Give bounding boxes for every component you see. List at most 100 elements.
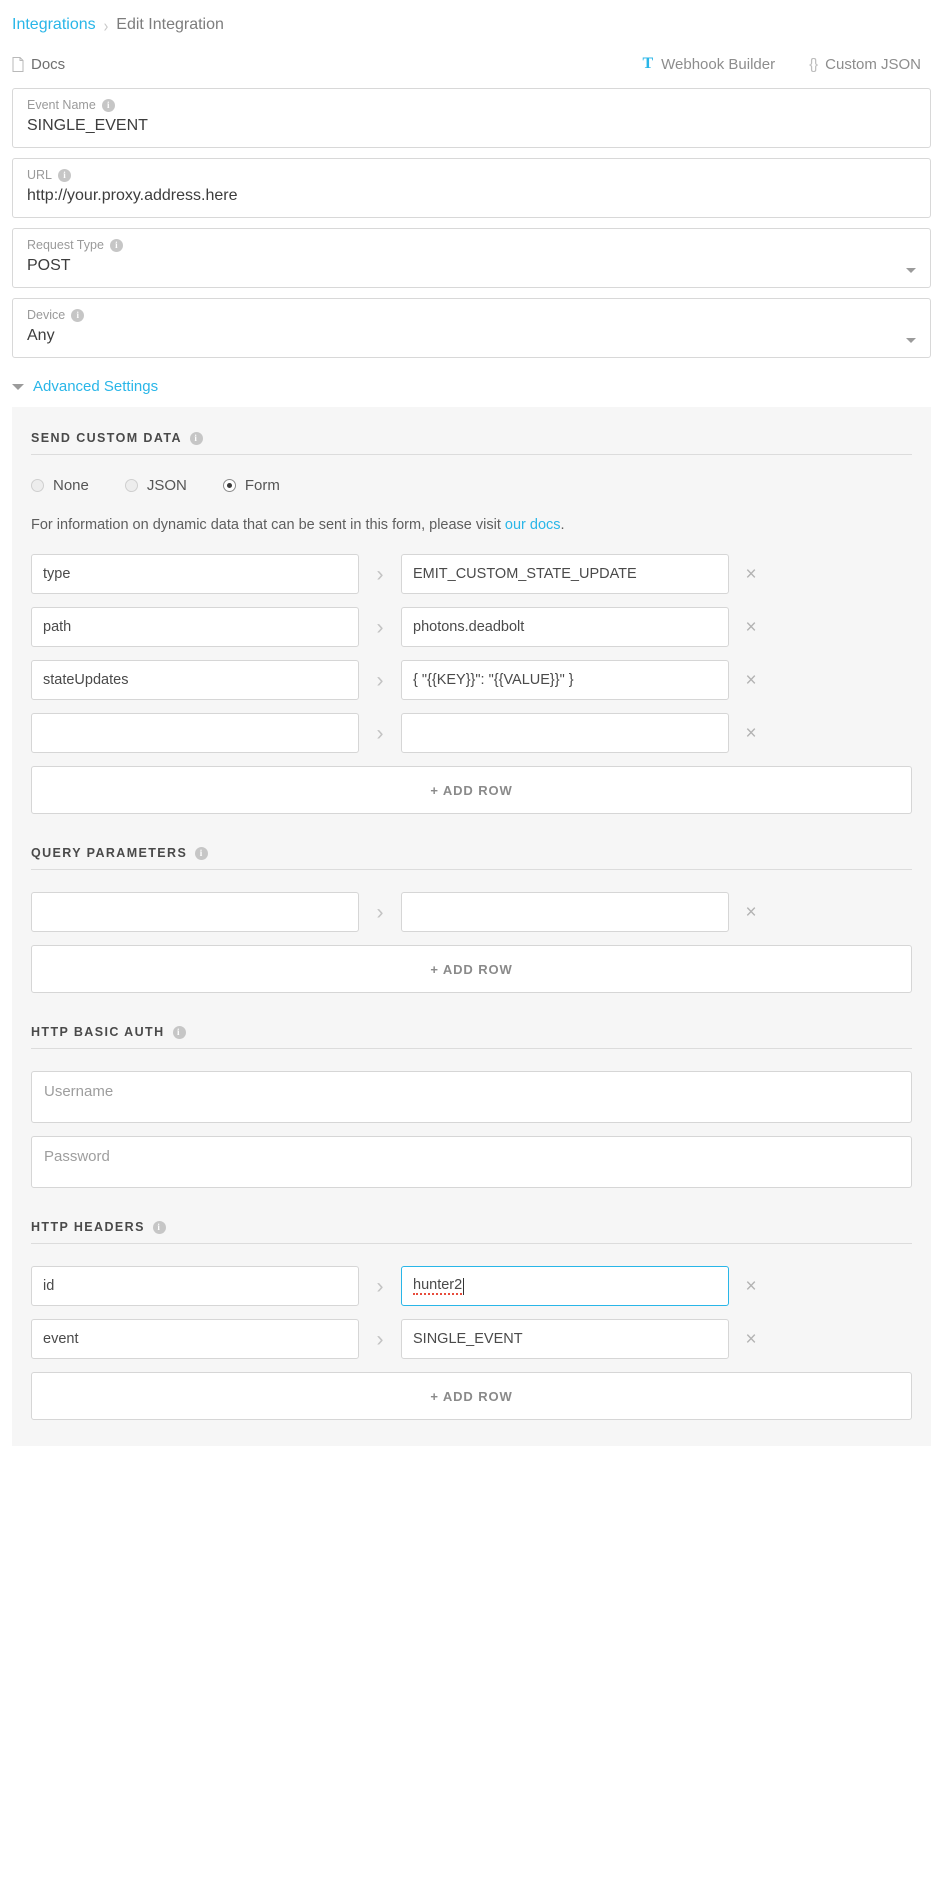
remove-row-icon[interactable]: × — [729, 1277, 773, 1296]
username-field[interactable]: Username — [31, 1071, 912, 1123]
integration-form: Event Name i SINGLE_EVENT URL i http://y… — [0, 82, 943, 358]
section-header-http-basic-auth: HTTP BASIC AUTH i — [31, 1025, 912, 1049]
breadcrumb: Integrations › Edit Integration — [0, 0, 943, 36]
field-device[interactable]: Device i Any — [12, 298, 931, 358]
section-title: HTTP BASIC AUTH — [31, 1025, 165, 1039]
tab-custom-json-label: Custom JSON — [825, 55, 921, 73]
info-icon[interactable]: i — [172, 1025, 186, 1039]
request-type-select-value[interactable]: POST — [27, 256, 916, 276]
braces-icon: {} — [809, 55, 818, 73]
url-input[interactable]: http://your.proxy.address.here — [27, 186, 916, 206]
section-header-query-parameters: QUERY PARAMETERS i — [31, 846, 912, 870]
custom-data-row: type › EMIT_CUSTOM_STATE_UPDATE × — [31, 554, 912, 594]
info-icon[interactable]: i — [58, 168, 72, 182]
radio-none-label: None — [53, 477, 89, 494]
info-icon[interactable]: i — [71, 308, 85, 322]
info-icon[interactable]: i — [195, 846, 209, 860]
custom-data-key-input[interactable]: path — [31, 607, 359, 647]
info-icon[interactable]: i — [152, 1220, 166, 1234]
text-cursor — [463, 1277, 465, 1295]
chevron-right-icon: › — [376, 1327, 384, 1351]
field-url-label: URL i — [27, 168, 916, 182]
remove-row-icon[interactable]: × — [729, 1330, 773, 1349]
http-header-value-input[interactable]: hunter2 — [401, 1266, 729, 1306]
custom-data-value-input[interactable]: { "{{KEY}}": "{{VALUE}}" } — [401, 660, 729, 700]
remove-row-icon[interactable]: × — [729, 671, 773, 690]
section-header-send-custom-data: SEND CUSTOM DATA i — [31, 431, 912, 455]
radio-json-label: JSON — [146, 477, 187, 494]
chevron-right-icon: › — [376, 562, 384, 586]
info-icon[interactable]: i — [109, 238, 123, 252]
http-header-value-input[interactable]: SINGLE_EVENT — [401, 1319, 729, 1359]
field-event-name-label: Event Name i — [27, 98, 916, 112]
password-field[interactable]: Password — [31, 1136, 912, 1188]
custom-data-row: › × — [31, 713, 912, 753]
custom-data-value-input[interactable]: photons.deadbolt — [401, 607, 729, 647]
device-select-value[interactable]: Any — [27, 326, 916, 346]
http-header-value-text: hunter2 — [413, 1277, 463, 1295]
custom-data-key-input[interactable] — [31, 713, 359, 753]
help-text-prefix: For information on dynamic data that can… — [31, 517, 505, 533]
dynamic-data-help-text: For information on dynamic data that can… — [31, 516, 912, 534]
section-title: QUERY PARAMETERS — [31, 846, 188, 860]
event-name-input[interactable]: SINGLE_EVENT — [27, 116, 916, 136]
add-row-button-http-headers[interactable]: + ADD ROW — [31, 1372, 912, 1420]
add-row-button-custom-data[interactable]: + ADD ROW — [31, 766, 912, 814]
hammer-icon: T — [642, 55, 654, 72]
docs-label: Docs — [31, 55, 66, 73]
breadcrumb-link-integrations[interactable]: Integrations — [12, 16, 96, 34]
view-mode-tabs: T Webhook Builder {} Custom JSON — [642, 56, 921, 73]
custom-data-row: path › photons.deadbolt × — [31, 607, 912, 647]
custom-data-key-input[interactable]: stateUpdates — [31, 660, 359, 700]
document-icon — [12, 56, 24, 72]
breadcrumb-current-page: Edit Integration — [116, 16, 224, 33]
remove-row-icon[interactable]: × — [729, 565, 773, 584]
remove-row-icon[interactable]: × — [729, 618, 773, 637]
radio-form-label: Form — [244, 477, 280, 494]
tab-custom-json[interactable]: {} Custom JSON — [809, 56, 921, 73]
custom-data-key-input[interactable]: type — [31, 554, 359, 594]
chevron-right-icon: › — [376, 1274, 384, 1298]
chevron-right-icon: › — [376, 668, 384, 692]
chevron-down-icon[interactable] — [906, 338, 916, 343]
chevron-right-icon: › — [376, 900, 384, 924]
chevron-right-icon: › — [376, 721, 384, 745]
our-docs-link[interactable]: our docs — [505, 517, 561, 533]
custom-data-value-input[interactable] — [401, 713, 729, 753]
field-url[interactable]: URL i http://your.proxy.address.here — [12, 158, 931, 218]
radio-option-json[interactable]: JSON — [124, 477, 187, 494]
section-title: SEND CUSTOM DATA — [31, 431, 182, 445]
docs-button[interactable]: Docs — [12, 56, 65, 73]
http-header-row: event › SINGLE_EVENT × — [31, 1319, 912, 1359]
radio-option-none[interactable]: None — [31, 477, 89, 494]
advanced-settings-label: Advanced Settings — [33, 378, 159, 395]
custom-data-value-input[interactable]: EMIT_CUSTOM_STATE_UPDATE — [401, 554, 729, 594]
advanced-settings-toggle[interactable]: Advanced Settings — [0, 368, 943, 407]
breadcrumb-separator-icon: › — [103, 15, 109, 35]
advanced-settings-panel: SEND CUSTOM DATA i None JSON Form For in… — [12, 407, 931, 1446]
radio-form-input[interactable] — [222, 479, 236, 492]
query-parameter-value-input[interactable] — [401, 892, 729, 932]
toolbar: Docs T Webhook Builder {} Custom JSON — [0, 46, 943, 82]
http-header-row: id › hunter2 × — [31, 1266, 912, 1306]
add-row-button-query-parameters[interactable]: + ADD ROW — [31, 945, 912, 993]
radio-json-input[interactable] — [124, 479, 138, 492]
section-title: HTTP HEADERS — [31, 1220, 145, 1234]
field-request-type-label: Request Type i — [27, 238, 916, 252]
field-request-type[interactable]: Request Type i POST — [12, 228, 931, 288]
field-device-label: Device i — [27, 308, 916, 322]
radio-option-form[interactable]: Form — [222, 477, 280, 494]
info-icon[interactable]: i — [101, 98, 115, 112]
remove-row-icon[interactable]: × — [729, 724, 773, 743]
tab-webhook-builder[interactable]: T Webhook Builder — [642, 56, 775, 73]
field-event-name[interactable]: Event Name i SINGLE_EVENT — [12, 88, 931, 148]
http-header-key-input[interactable]: id — [31, 1266, 359, 1306]
query-parameter-key-input[interactable] — [31, 892, 359, 932]
http-header-key-input[interactable]: event — [31, 1319, 359, 1359]
chevron-down-icon[interactable] — [906, 268, 916, 273]
remove-row-icon[interactable]: × — [729, 903, 773, 922]
info-icon[interactable]: i — [189, 431, 203, 445]
query-parameter-row: › × — [31, 892, 912, 932]
tab-webhook-builder-label: Webhook Builder — [661, 55, 776, 73]
radio-none-input[interactable] — [31, 479, 44, 492]
